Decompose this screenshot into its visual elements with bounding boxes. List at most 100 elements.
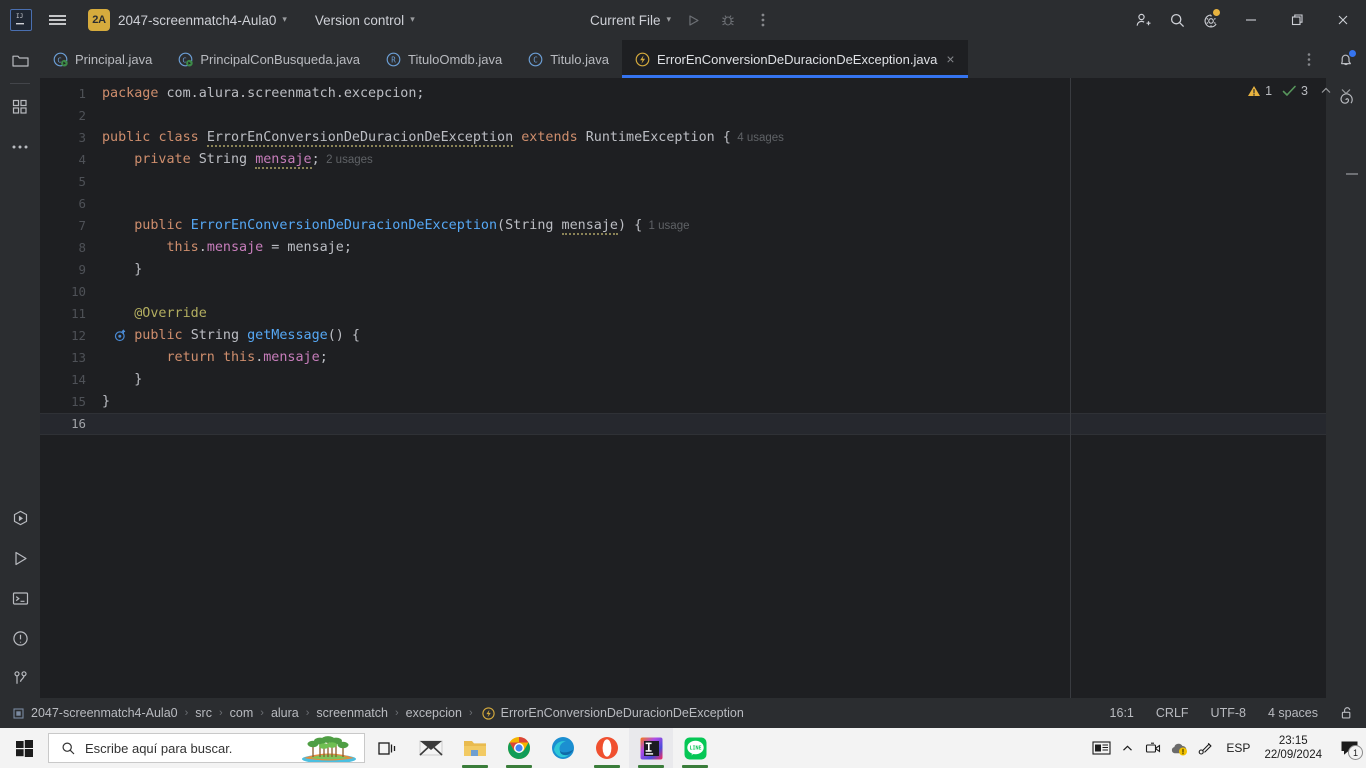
version-control-widget[interactable]: Version control ▾ — [287, 13, 415, 28]
code-token: } — [102, 372, 143, 387]
unlocked-padlock-icon[interactable] — [1340, 706, 1354, 720]
editor-tab-label: Titulo.java — [550, 51, 609, 67]
sidebar-item-notifications[interactable] — [1326, 40, 1366, 80]
taskbar-app-file-explorer[interactable] — [453, 728, 497, 768]
code-token: RuntimeException — [585, 130, 715, 145]
code-with-me-button[interactable] — [1126, 0, 1160, 40]
editor-tab-4[interactable]: C Titulo.java — [515, 40, 622, 78]
task-view-button[interactable] — [365, 728, 409, 768]
breadcrumb-separator: › — [305, 707, 310, 719]
java-record-icon: R — [386, 52, 401, 67]
editor-tabs-more-button[interactable] — [1292, 40, 1326, 78]
show-hidden-icons-chevron-up-icon[interactable] — [1114, 728, 1140, 768]
code-editor[interactable]: 1 2 3 4 5 6 7 8 9 10 11 12 13 14 15 16 package com.alur… — [40, 78, 1326, 698]
windows-taskbar: Escribe aquí para buscar. LINE ESP 23:15… — [0, 728, 1366, 768]
news-icon[interactable] — [1088, 728, 1114, 768]
debug-button[interactable] — [715, 7, 741, 33]
editor-tab-5[interactable]: ErrorEnConversionDeDuracionDeException.j… — [622, 40, 968, 78]
line-number: 15 — [71, 394, 86, 409]
sidebar-item-project[interactable] — [0, 40, 40, 80]
search-input[interactable]: Escribe aquí para buscar. — [85, 741, 232, 756]
editor-tab-bar: C Principal.java C PrincipalConBusqueda.jav… — [40, 40, 1326, 78]
line-separator[interactable]: CRLF — [1156, 706, 1189, 720]
camera-icon[interactable] — [1140, 728, 1166, 768]
sidebar-item-run[interactable] — [0, 538, 40, 578]
sidebar-item-commit[interactable] — [0, 87, 40, 127]
close-window-button[interactable] — [1320, 0, 1366, 40]
inspection-check-icon — [1282, 84, 1297, 98]
clock-time: 23:15 — [1278, 735, 1308, 747]
taskbar-app-chrome[interactable] — [497, 728, 541, 768]
taskbar-search-box[interactable]: Escribe aquí para buscar. — [48, 733, 365, 763]
left-tool-rail — [0, 40, 40, 698]
breadcrumb-item[interactable]: com — [230, 706, 254, 720]
java-exception-icon — [481, 706, 495, 720]
settings-update-dot — [1213, 9, 1220, 16]
code-token: 2 usages — [319, 154, 373, 166]
weather-island-icon[interactable] — [294, 734, 364, 762]
search-everywhere-button[interactable] — [1160, 0, 1194, 40]
editor-tab-3[interactable]: R TituloOmdb.java — [373, 40, 515, 78]
taskbar-app-opera[interactable] — [585, 728, 629, 768]
editor-tab-label: TituloOmdb.java — [408, 51, 503, 67]
line-number: 14 — [71, 372, 86, 387]
chevron-down-icon[interactable] — [1340, 85, 1352, 97]
caret-position[interactable]: 16:1 — [1110, 706, 1134, 720]
run-button[interactable] — [680, 7, 706, 33]
taskbar-app-edge[interactable] — [541, 728, 585, 768]
editor-tab-2[interactable]: C PrincipalConBusqueda.java — [165, 40, 373, 78]
line-number: 4 — [78, 152, 86, 167]
editor-code-area[interactable]: package com.alura.screenmatch.excepcion;… — [102, 78, 1326, 698]
network-pen-icon[interactable] — [1192, 728, 1218, 768]
more-actions-button[interactable] — [750, 7, 776, 33]
taskbar-app-mail[interactable] — [409, 728, 453, 768]
clock[interactable]: 23:15 22/09/2024 — [1264, 734, 1322, 762]
breadcrumb-item[interactable]: alura — [271, 706, 299, 720]
editor-tab-1[interactable]: C Principal.java — [40, 40, 165, 78]
sidebar-item-problems[interactable] — [0, 618, 40, 658]
code-token: String — [198, 152, 256, 167]
project-selector[interactable]: 2047-screenmatch4-Aula0 ▾ — [110, 13, 287, 28]
line-number: 8 — [78, 240, 86, 255]
version-control-label: Version control — [314, 12, 405, 28]
sidebar-item-more-tool-windows[interactable] — [0, 127, 40, 167]
notification-count-badge: 1 — [1348, 745, 1363, 760]
breadcrumb-item[interactable]: 2047-screenmatch4-Aula0 — [31, 706, 178, 720]
input-language[interactable]: ESP — [1226, 741, 1250, 755]
main-menu-button[interactable] — [40, 0, 74, 40]
windows-start-button[interactable] — [0, 728, 48, 768]
chevron-down-icon: ▾ — [666, 13, 672, 24]
onedrive-cloud-warning-icon[interactable] — [1166, 728, 1192, 768]
breadcrumb-item[interactable]: screenmatch — [316, 706, 388, 720]
taskbar-app-line[interactable]: LINE — [673, 728, 717, 768]
breadcrumb-class[interactable]: ErrorEnConversionDeDuracionDeException — [501, 706, 744, 720]
sidebar-item-terminal[interactable] — [0, 578, 40, 618]
code-token: getMessage — [247, 328, 328, 343]
sidebar-item-services[interactable] — [0, 498, 40, 538]
minimize-window-button[interactable] — [1228, 0, 1274, 40]
breadcrumb-separator: › — [218, 707, 223, 719]
maximize-window-button[interactable] — [1274, 0, 1320, 40]
sidebar-item-version-control[interactable] — [0, 658, 40, 698]
run-configuration-selector[interactable]: Current File ▾ — [590, 13, 671, 28]
code-token: this — [166, 240, 199, 255]
breadcrumb[interactable]: 2047-screenmatch4-Aula0 › src › com › alura › sc… — [13, 706, 744, 720]
right-tool-rail — [1326, 40, 1366, 698]
settings-button[interactable] — [1194, 0, 1228, 40]
indent-setting[interactable]: 4 spaces — [1268, 706, 1318, 720]
breadcrumb-item[interactable]: excepcion — [406, 706, 462, 720]
chevron-up-icon[interactable] — [1320, 85, 1332, 97]
inspections-widget[interactable]: 1 3 — [1247, 84, 1352, 98]
warning-triangle-icon — [1247, 84, 1261, 98]
scrollbar-marker[interactable] — [1346, 173, 1358, 175]
breadcrumb-item[interactable]: src — [195, 706, 212, 720]
editor-gutter[interactable]: 1 2 3 4 5 6 7 8 9 10 11 12 13 14 15 16 — [40, 78, 126, 698]
code-token: () { — [327, 328, 360, 343]
code-line: private String mensaje; 2 usages — [102, 149, 373, 171]
notification-center-button[interactable]: 1 — [1332, 728, 1366, 768]
close-tab-icon[interactable]: × — [946, 52, 954, 66]
file-encoding[interactable]: UTF-8 — [1211, 706, 1246, 720]
breadcrumb-separator: › — [394, 707, 399, 719]
taskbar-app-intellij-idea[interactable] — [629, 728, 673, 768]
